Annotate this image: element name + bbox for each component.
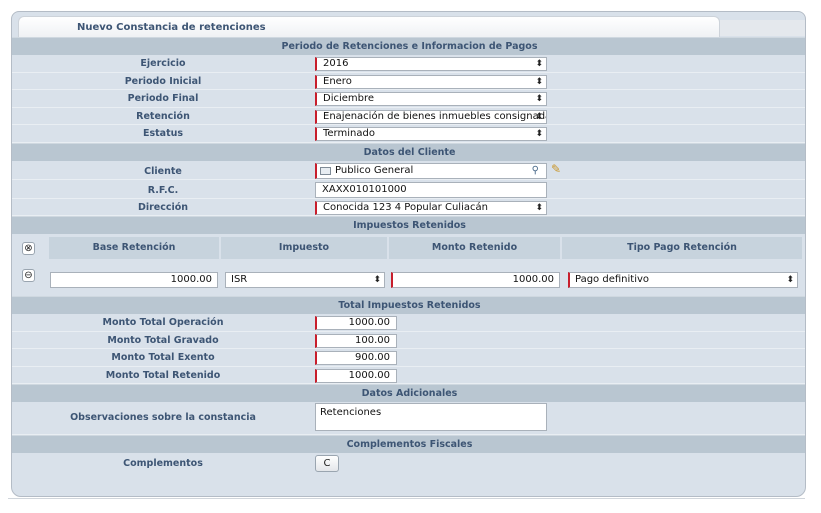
row-direccion: Dirección Conocida 123 4 Popular Culiacá… — [12, 199, 805, 216]
ejercicio-select[interactable]: 2016 — [315, 57, 547, 71]
base-retencion-input[interactable]: 1000.00 — [50, 272, 218, 288]
ejercicio-label: Ejercicio — [140, 58, 186, 69]
observaciones-textarea[interactable]: Retenciones — [315, 403, 547, 431]
footer-divider — [8, 498, 805, 499]
form-content: Periodo de Retenciones e Informacion de … — [12, 37, 805, 474]
impuesto-select[interactable]: ISR — [225, 272, 385, 288]
card-icon — [320, 166, 331, 175]
rfc-label: R.F.C. — [147, 184, 179, 196]
row-periodo-inicial: Periodo Inicial Enero — [12, 73, 805, 90]
close-circle-icon[interactable]: ⊗ — [22, 242, 35, 255]
row-total-gravado: Monto Total Gravado 100.00 — [12, 332, 805, 349]
row-total-operacion: Monto Total Operación 1000.00 — [12, 314, 805, 332]
estatus-label: Estatus — [142, 128, 184, 139]
total-gravado-label: Monto Total Gravado — [107, 334, 219, 346]
row-complementos: Complementos C — [12, 453, 805, 474]
col-monto-retenido: Monto Retenido — [389, 237, 560, 259]
estatus-select[interactable]: Terminado — [315, 127, 547, 141]
col-base-retencion: Base Retención — [49, 237, 219, 259]
cliente-value: Publico General — [335, 164, 414, 176]
total-operacion-input[interactable]: 1000.00 — [315, 316, 397, 330]
row-ejercicio: Ejercicio 2016 — [12, 55, 805, 73]
total-exento-label: Monto Total Exento — [111, 352, 215, 363]
complementos-button[interactable]: C — [315, 455, 339, 472]
total-retenido-input[interactable]: 1000.00 — [315, 368, 397, 383]
tipo-pago-select[interactable]: Pago definitivo — [568, 272, 798, 288]
total-operacion-label: Monto Total Operación — [102, 317, 224, 328]
section-complementos: Complementos Fiscales — [12, 435, 805, 453]
row-periodo-final: Periodo Final Diciembre — [12, 90, 805, 108]
section-impuestos: Impuestos Retenidos — [12, 216, 805, 234]
section-periodo: Periodo de Retenciones e Informacion de … — [12, 37, 805, 55]
row-total-retenido: Monto Total Retenido 1000.00 — [12, 367, 805, 384]
col-tipo-pago: Tipo Pago Retención — [562, 237, 802, 259]
retencion-label: Retención — [136, 110, 190, 122]
periodo-final-select[interactable]: Diciembre — [315, 92, 547, 106]
impuestos-row: ⊖ 1000.00 ISR 1000.00 Pago definitivo — [12, 262, 805, 296]
complementos-label: Complementos — [123, 458, 203, 469]
row-total-exento: Monto Total Exento 900.00 — [12, 349, 805, 367]
impuestos-grid-header: ⊗ Base Retención Impuesto Monto Retenido… — [12, 234, 805, 262]
retencion-select[interactable]: Enajenación de bienes inmuebles consigna… — [315, 109, 547, 124]
search-icon[interactable]: ⚲ — [532, 164, 539, 178]
section-cliente: Datos del Cliente — [12, 142, 805, 161]
retention-certificate-window: Nuevo Constancia de retenciones Periodo … — [11, 11, 806, 497]
row-rfc: R.F.C. XAXX010101000 — [12, 180, 805, 199]
tab-title: Nuevo Constancia de retenciones — [77, 22, 266, 33]
periodo-final-label: Periodo Final — [127, 93, 199, 104]
section-adicionales: Datos Adicionales — [12, 384, 805, 402]
row-cliente: Cliente Publico General ⚲ ✎ — [12, 161, 805, 180]
tabstrip-background — [720, 20, 805, 36]
col-impuesto: Impuesto — [221, 237, 387, 259]
direccion-select[interactable]: Conocida 123 4 Popular Culiacán — [315, 200, 547, 215]
row-observaciones: Observaciones sobre la constancia Retenc… — [12, 402, 805, 435]
tab-nuevo-constancia[interactable]: Nuevo Constancia de retenciones — [18, 16, 720, 38]
monto-retenido-input[interactable]: 1000.00 — [391, 272, 560, 288]
periodo-inicial-label: Periodo Inicial — [124, 75, 202, 87]
edit-pencil-icon[interactable]: ✎ — [551, 162, 561, 176]
periodo-inicial-select[interactable]: Enero — [315, 74, 547, 89]
section-total: Total Impuestos Retenidos — [12, 296, 805, 314]
observaciones-label: Observaciones sobre la constancia — [70, 412, 256, 423]
rfc-input[interactable]: XAXX010101000 — [315, 181, 547, 198]
row-estatus: Estatus Terminado — [12, 125, 805, 143]
cliente-label: Cliente — [144, 165, 182, 177]
total-gravado-input[interactable]: 100.00 — [315, 333, 397, 348]
minus-circle-icon[interactable]: ⊖ — [22, 269, 35, 282]
row-retencion: Retención Enajenación de bienes inmueble… — [12, 108, 805, 125]
total-exento-input[interactable]: 900.00 — [315, 351, 397, 365]
cliente-input[interactable]: Publico General ⚲ — [315, 162, 547, 179]
total-retenido-label: Monto Total Retenido — [105, 369, 221, 381]
direccion-label: Dirección — [137, 201, 189, 213]
